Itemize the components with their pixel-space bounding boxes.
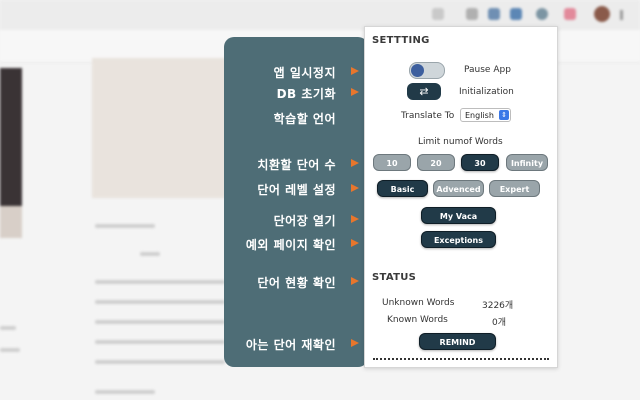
unknown-words-count: 3226개 xyxy=(482,301,514,311)
unknown-words-label: Unknown Words xyxy=(382,298,455,308)
level-expert-button[interactable]: Expert xyxy=(489,180,540,197)
level-basic-button[interactable]: Basic xyxy=(377,180,428,197)
extension-icon xyxy=(488,8,500,20)
text-line xyxy=(95,280,225,284)
tooltip-label: 아는 단어 재확인 xyxy=(245,338,336,352)
tooltip-label: DB 초기화 xyxy=(276,87,336,101)
arrow-right-icon xyxy=(351,215,359,223)
text-line xyxy=(95,340,225,344)
status-title: STATUS xyxy=(372,272,417,283)
reset-db-button[interactable]: ⇄ xyxy=(407,83,441,100)
pause-toggle[interactable] xyxy=(409,62,445,79)
extension-active-icon xyxy=(536,8,548,20)
arrow-right-icon xyxy=(351,339,359,347)
divider xyxy=(373,358,549,360)
arrow-right-icon xyxy=(351,67,359,75)
arrow-right-icon xyxy=(351,239,359,247)
arrow-right-icon xyxy=(351,184,359,192)
extension-icon xyxy=(510,8,522,20)
settings-title: SETTTING xyxy=(372,35,430,46)
tooltip-label: 앱 일시정지 xyxy=(273,66,336,80)
avatar xyxy=(594,6,610,22)
menu-icon xyxy=(620,10,623,20)
pause-label: Pause App xyxy=(464,65,511,75)
refresh-icon: ⇄ xyxy=(419,85,429,98)
toolbar-icon xyxy=(466,8,478,20)
tooltip-label: 단어 현황 확인 xyxy=(257,276,336,290)
limit-option-20[interactable]: 20 xyxy=(417,154,455,171)
page-image xyxy=(0,206,22,238)
arrow-right-icon xyxy=(351,159,359,167)
text-line xyxy=(0,326,16,330)
translate-label: Translate To xyxy=(401,111,455,121)
toggle-knob xyxy=(411,64,424,77)
reset-label: Initialization xyxy=(459,87,514,97)
text-line xyxy=(95,320,225,324)
known-words-count: 0개 xyxy=(492,318,507,328)
text-line xyxy=(140,252,160,256)
tooltip-label: 예외 페이지 확인 xyxy=(245,238,336,252)
extension-popup: SETTTING Pause App ⇄ Initialization Tran… xyxy=(364,26,558,368)
toolbar-icon xyxy=(432,8,444,20)
limit-option-30[interactable]: 30 xyxy=(461,154,499,171)
extension-icon xyxy=(564,8,576,20)
page-banner xyxy=(92,58,232,198)
language-select[interactable]: English ⇕ xyxy=(460,108,511,122)
arrow-right-icon xyxy=(351,277,359,285)
known-words-label: Known Words xyxy=(387,315,448,325)
tooltip-label: 학습할 언어 xyxy=(273,112,336,126)
exceptions-button[interactable]: Exceptions xyxy=(421,231,496,248)
text-line xyxy=(95,390,155,394)
my-vaca-button[interactable]: My Vaca xyxy=(421,207,496,224)
limit-option-10[interactable]: 10 xyxy=(373,154,411,171)
level-advanced-button[interactable]: Advenced xyxy=(433,180,484,197)
language-value: English xyxy=(465,111,494,120)
chevron-updown-icon: ⇕ xyxy=(499,110,509,120)
text-line xyxy=(95,360,225,364)
help-tooltip: 앱 일시정지 DB 초기화 학습할 언어 치환할 단어 수 단어 레벨 설정 단… xyxy=(224,37,368,367)
limit-option-infinity[interactable]: Infinity xyxy=(506,154,548,171)
tooltip-label: 단어 레벨 설정 xyxy=(257,183,336,197)
remind-button[interactable]: REMIND xyxy=(419,333,496,350)
arrow-right-icon xyxy=(351,88,359,96)
limit-label: Limit numof Words xyxy=(418,137,503,147)
tooltip-label: 치환할 단어 수 xyxy=(257,158,336,172)
text-line xyxy=(0,348,20,352)
tooltip-label: 단어장 열기 xyxy=(273,214,336,228)
text-line xyxy=(95,300,225,304)
text-line xyxy=(95,224,155,228)
